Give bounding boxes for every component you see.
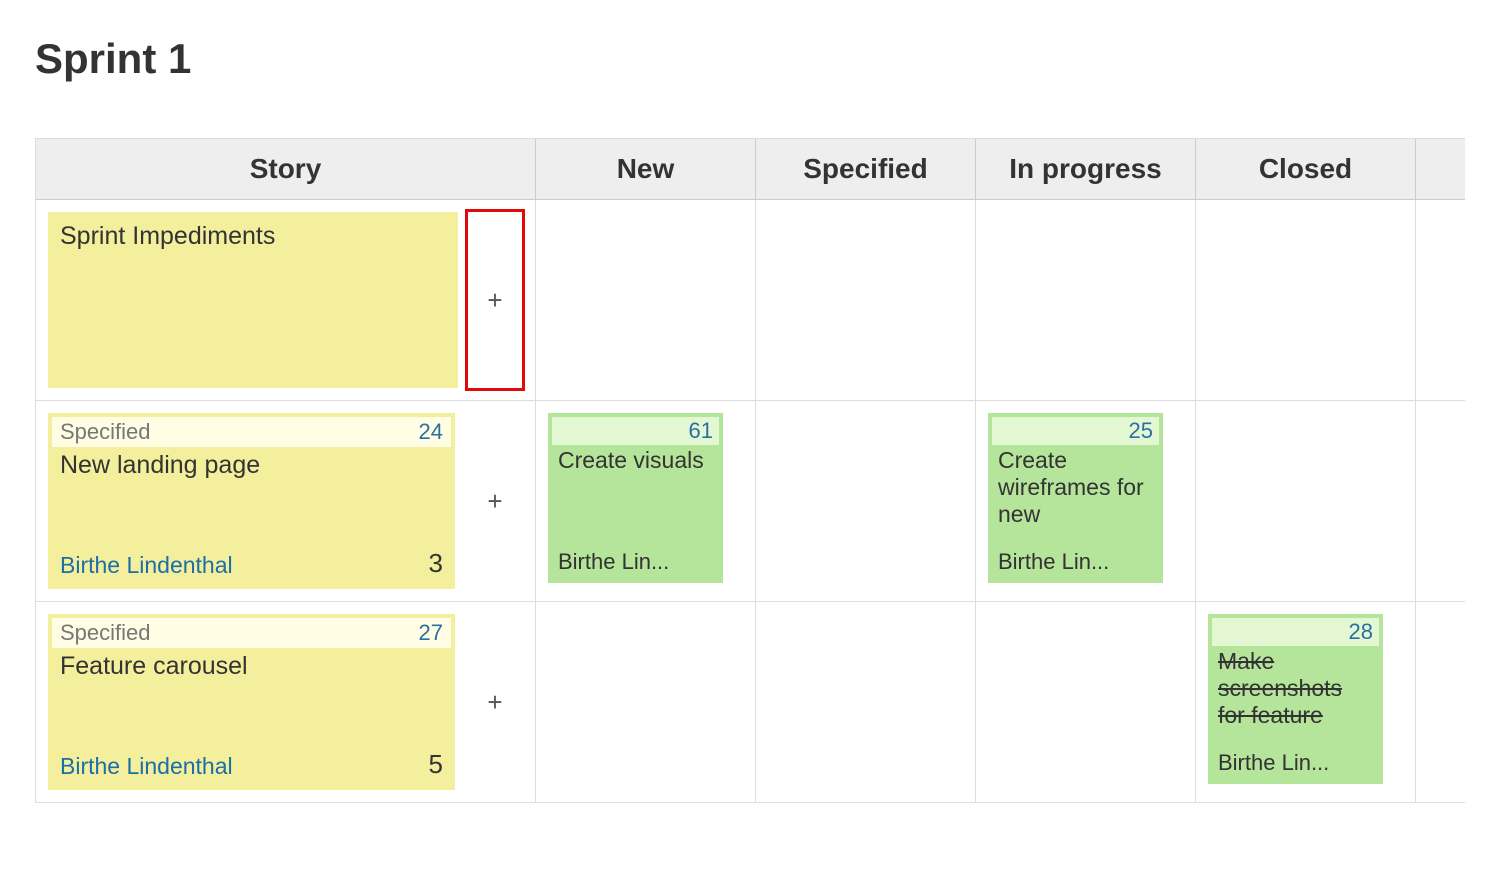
column-header-story: Story bbox=[36, 139, 536, 199]
story-title: Feature carousel bbox=[60, 652, 443, 681]
story-status: Specified bbox=[60, 620, 151, 646]
task-assignee: Birthe Lin... bbox=[998, 549, 1153, 575]
column-header-new: New bbox=[536, 139, 756, 199]
story-id: 24 bbox=[419, 419, 443, 445]
story-cell: Specified 27 Feature carousel Birthe Linden… bbox=[36, 602, 536, 802]
story-id: 27 bbox=[419, 620, 443, 646]
add-task-button[interactable]: + bbox=[487, 689, 502, 715]
cell-specified[interactable] bbox=[756, 401, 976, 601]
task-card-in_progress[interactable]: 25Create wireframes for new Birthe Lin... bbox=[988, 413, 1163, 583]
add-task-column: + bbox=[465, 614, 525, 790]
cell-specified[interactable] bbox=[756, 200, 976, 400]
cell-closed[interactable] bbox=[1196, 401, 1416, 601]
task-title: Make screenshots for feature bbox=[1218, 648, 1373, 729]
cell-in_progress[interactable]: 25Create wireframes for new Birthe Lin... bbox=[976, 401, 1196, 601]
story-assignee[interactable]: Birthe Lindenthal bbox=[60, 753, 233, 780]
story-points: 5 bbox=[429, 749, 443, 780]
add-task-column: + bbox=[465, 413, 525, 589]
cell-new[interactable] bbox=[536, 602, 756, 802]
story-cell: Specified 24 New landing page Birthe Linden… bbox=[36, 401, 536, 601]
board-row: Sprint Impediments + bbox=[36, 200, 1465, 401]
column-header-in-progress: In progress bbox=[976, 139, 1196, 199]
story-points: 3 bbox=[429, 548, 443, 579]
story-card[interactable]: Sprint Impediments bbox=[48, 212, 458, 388]
page-title: Sprint 1 bbox=[35, 35, 1465, 83]
task-assignee: Birthe Lin... bbox=[558, 549, 713, 575]
story-cell: Sprint Impediments + bbox=[36, 200, 536, 400]
task-id: 25 bbox=[992, 417, 1159, 445]
board-row: Specified 27 Feature carousel Birthe Linden… bbox=[36, 602, 1465, 803]
story-card[interactable]: Specified 24 New landing page Birthe Linden… bbox=[48, 413, 455, 589]
task-card-new[interactable]: 61Create visuals Birthe Lin... bbox=[548, 413, 723, 583]
task-board: Story New Specified In progress Closed S… bbox=[35, 138, 1465, 803]
story-card[interactable]: Specified 27 Feature carousel Birthe Linden… bbox=[48, 614, 455, 790]
task-title: Create visuals bbox=[558, 447, 713, 474]
cell-in_progress[interactable] bbox=[976, 602, 1196, 802]
cell-specified[interactable] bbox=[756, 602, 976, 802]
story-title: New landing page bbox=[60, 451, 443, 480]
cell-closed[interactable] bbox=[1196, 200, 1416, 400]
column-header-closed: Closed bbox=[1196, 139, 1416, 199]
cell-closed[interactable]: 28Make screenshots for feature Birthe Lin… bbox=[1196, 602, 1416, 802]
task-id: 61 bbox=[552, 417, 719, 445]
story-title: Sprint Impediments bbox=[60, 222, 446, 251]
add-task-column: + bbox=[465, 209, 525, 391]
task-title: Create wireframes for new bbox=[998, 447, 1153, 528]
cell-in_progress[interactable] bbox=[976, 200, 1196, 400]
add-task-button[interactable]: + bbox=[487, 287, 502, 313]
board-row: Specified 24 New landing page Birthe Linden… bbox=[36, 401, 1465, 602]
story-assignee[interactable]: Birthe Lindenthal bbox=[60, 552, 233, 579]
task-assignee: Birthe Lin... bbox=[1218, 750, 1373, 776]
task-card-closed[interactable]: 28Make screenshots for feature Birthe Lin… bbox=[1208, 614, 1383, 784]
story-status: Specified bbox=[60, 419, 151, 445]
cell-new[interactable]: 61Create visuals Birthe Lin... bbox=[536, 401, 756, 601]
add-task-button[interactable]: + bbox=[487, 488, 502, 514]
task-id: 28 bbox=[1212, 618, 1379, 646]
board-header: Story New Specified In progress Closed bbox=[36, 139, 1465, 200]
cell-new[interactable] bbox=[536, 200, 756, 400]
column-header-specified: Specified bbox=[756, 139, 976, 199]
